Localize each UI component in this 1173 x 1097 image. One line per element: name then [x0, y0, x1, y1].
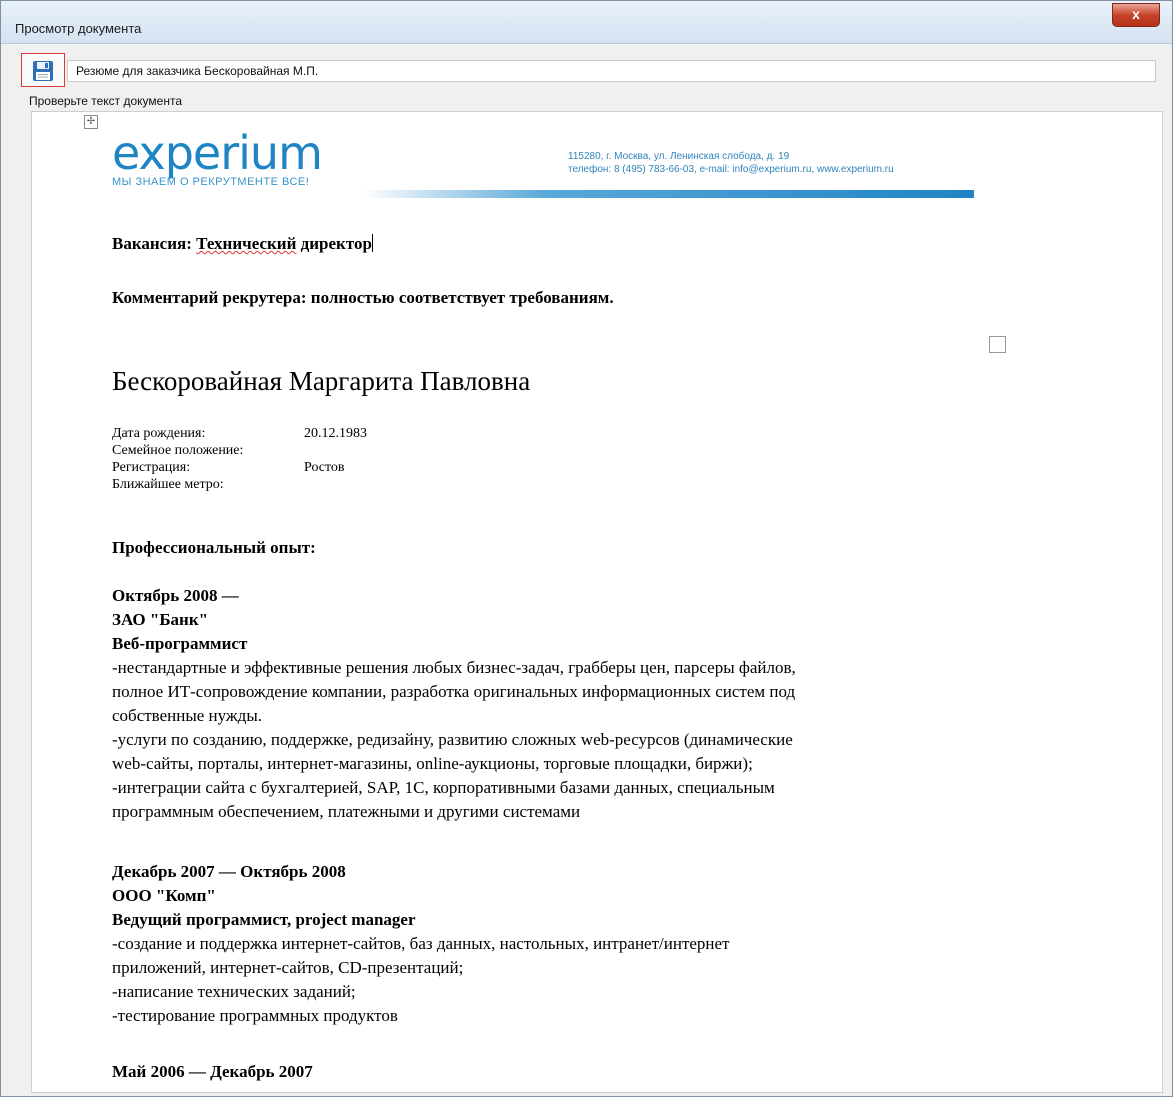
fact-value: 20.12.1983	[304, 426, 367, 441]
save-button[interactable]	[21, 53, 65, 87]
fact-row: Дата рождения: 20.12.1983	[112, 425, 367, 442]
job-company: ЗАО "Банк"	[112, 610, 209, 629]
fact-row: Регистрация: Ростов	[112, 459, 367, 476]
job-position: Ведущий программист, project manager	[112, 910, 416, 929]
toolbar: Резюме для заказчика Бескоровайная М.П.	[21, 53, 1156, 87]
vacancy-line: Вакансия: Технический директор	[112, 234, 373, 254]
vacancy-title-word2: директор	[300, 234, 372, 253]
fact-row: Семейное положение:	[112, 442, 367, 459]
window-title: Просмотр документа	[15, 21, 142, 36]
logo-slogan: МЫ ЗНАЕМ О РЕКРУТМЕНТЕ ВСЕ!	[112, 176, 310, 188]
photo-placeholder-checkbox[interactable]	[989, 336, 1006, 353]
header-divider-bar	[362, 190, 974, 198]
job-entry: Май 2006 — Декабрь 2007	[112, 1060, 992, 1084]
document-name-field[interactable]: Резюме для заказчика Бескоровайная М.П.	[67, 60, 1156, 82]
vacancy-label: Вакансия:	[112, 234, 192, 253]
fact-label: Дата рождения:	[112, 426, 206, 441]
job-description-line: приложений, интернет-сайтов, CD-презента…	[112, 958, 464, 977]
job-period: Октябрь 2008 —	[112, 586, 239, 605]
text-cursor	[371, 234, 373, 252]
vacancy-title-word1: Технический	[196, 234, 297, 253]
fact-label: Регистрация:	[112, 460, 191, 475]
check-text-hint: Проверьте текст документа	[29, 94, 183, 108]
company-contacts: 115280, г. Москва, ул. Ленинская слобода…	[568, 150, 894, 176]
job-description-line: собственные нужды.	[112, 706, 262, 725]
job-company: ООО "Комп"	[112, 886, 216, 905]
candidate-name: Бескоровайная Маргарита Павловна	[112, 366, 531, 396]
experience-heading: Профессиональный опыт:	[112, 538, 316, 557]
table-move-handle-icon[interactable]: ✢	[84, 115, 98, 129]
personal-facts: Дата рождения: 20.12.1983 Семейное положе…	[112, 425, 367, 493]
job-description-line: -услуги по созданию, поддержке, редизайн…	[112, 730, 793, 749]
company-phone-email: телефон: 8 (495) 783-66-03, e-mail: info…	[568, 164, 894, 175]
close-button[interactable]: x	[1112, 3, 1160, 27]
job-description-line: полное ИТ-сопровождение компании, разраб…	[112, 682, 796, 701]
job-description-line: web-сайты, порталы, интернет-магазины, o…	[112, 754, 753, 773]
job-period: Декабрь 2007 — Октябрь 2008	[112, 862, 346, 881]
job-entry: Октябрь 2008 — ЗАО "Банк" Веб-программис…	[112, 584, 992, 824]
recruiter-comment: Комментарий рекрутера: полностью соответ…	[112, 288, 614, 307]
fact-label: Семейное положение:	[112, 443, 244, 458]
job-description-line: -написание технических заданий;	[112, 982, 356, 1001]
document-editor[interactable]: ✢ experium МЫ ЗНАЕМ О РЕКРУТМЕНТЕ ВСЕ! 1…	[31, 111, 1163, 1093]
title-bar: Просмотр документа x	[1, 1, 1172, 44]
fact-value: Ростов	[304, 460, 345, 475]
document-preview-window: Просмотр документа x Резюме для заказчик…	[0, 0, 1173, 1097]
logo-text-x: x	[138, 126, 166, 180]
job-entry: Декабрь 2007 — Октябрь 2008 ООО "Комп" В…	[112, 860, 992, 1028]
fact-row: Ближайшее метро:	[112, 476, 367, 493]
floppy-disk-icon	[33, 61, 53, 81]
company-logo: experium МЫ ЗНАЕМ О РЕКРУТМЕНТЕ ВСЕ!	[112, 126, 323, 188]
job-description-line: -тестирование программных продуктов	[112, 1006, 398, 1025]
job-position: Веб-программист	[112, 634, 248, 653]
job-description-line: программным обеспечением, платежными и д…	[112, 802, 581, 821]
job-description-line: -создание и поддержка интернет-сайтов, б…	[112, 934, 730, 953]
logo-text-part2: perium	[164, 126, 323, 180]
job-description-line: -интеграции сайта с бухгалтерией, SAP, 1…	[112, 778, 775, 797]
company-address: 115280, г. Москва, ул. Ленинская слобода…	[568, 151, 790, 162]
job-period: Май 2006 — Декабрь 2007	[112, 1062, 313, 1081]
logo-wordmark: experium	[112, 126, 323, 180]
logo-text-part1: e	[112, 126, 139, 180]
job-description-line: -нестандартные и эффективные решения люб…	[112, 658, 796, 677]
fact-label: Ближайшее метро:	[112, 477, 224, 492]
